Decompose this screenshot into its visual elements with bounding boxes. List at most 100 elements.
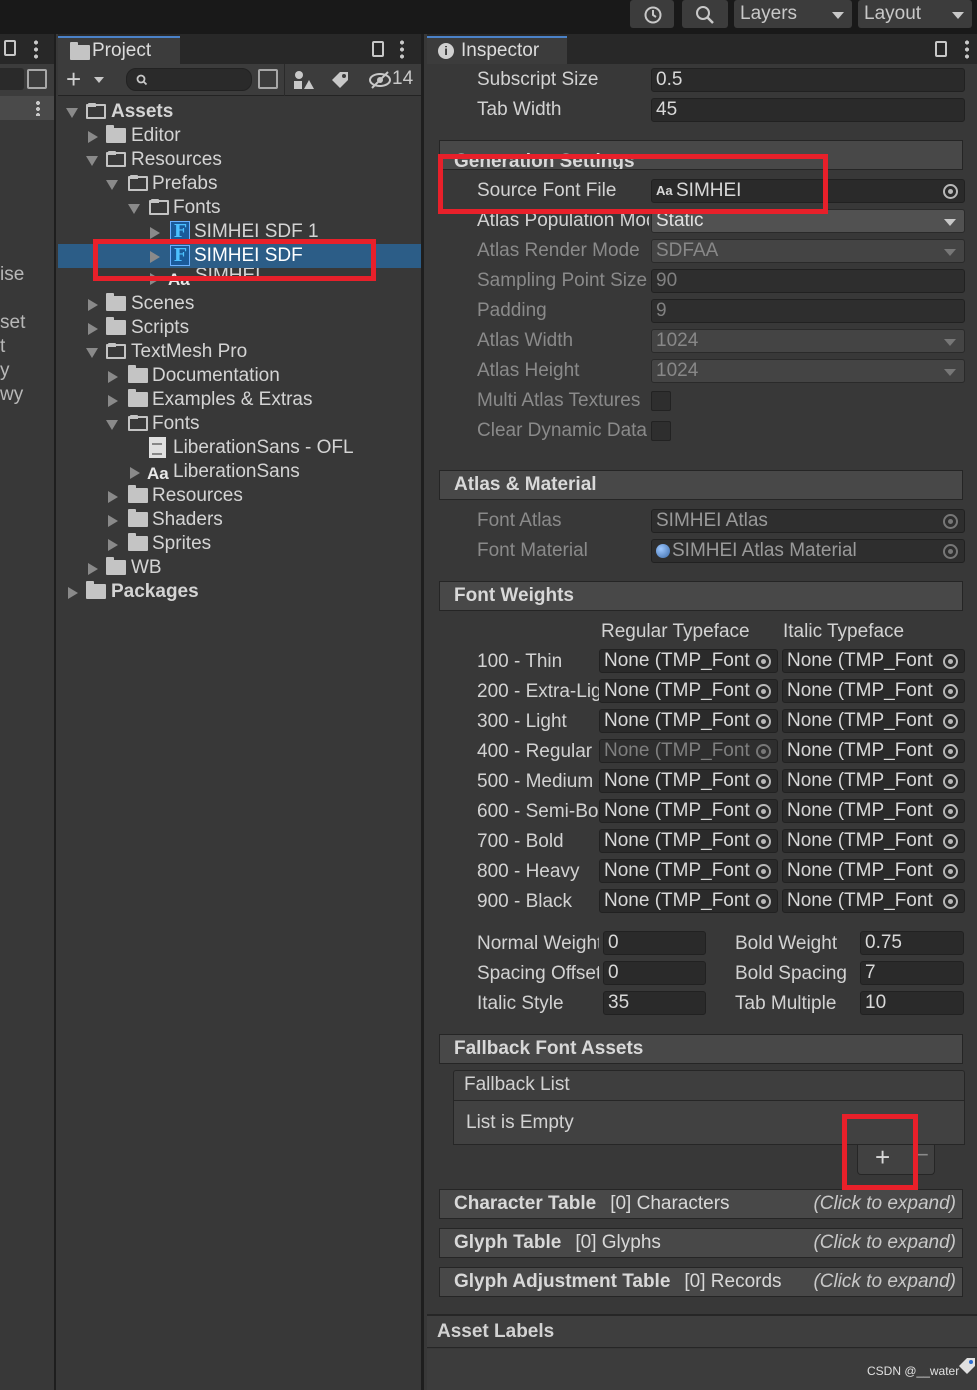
tab-width-field[interactable]: 45	[651, 98, 965, 122]
search-input[interactable]	[126, 68, 252, 91]
tree-item-label: WB	[131, 557, 162, 578]
layers-dropdown[interactable]: Layers	[734, 0, 852, 28]
regular-typeface-field[interactable]: None (TMP_Font	[599, 889, 778, 913]
filter-by-type-icon[interactable]	[292, 69, 314, 91]
more-icon[interactable]	[400, 39, 404, 59]
font-weights-header[interactable]: Font Weights	[439, 581, 963, 611]
layout-dropdown[interactable]: Layout	[858, 0, 972, 28]
spacing-offset-field[interactable]: 0	[603, 961, 706, 985]
italic-typeface-field[interactable]: None (TMP_Font	[782, 889, 965, 913]
object-picker-icon[interactable]	[756, 774, 771, 789]
highlight-box	[438, 154, 828, 214]
object-picker-icon[interactable]	[943, 804, 958, 819]
weight-row-label: 700 - Bold	[477, 831, 564, 852]
tab-project[interactable]: Project	[58, 36, 180, 64]
italic-typeface-field[interactable]: None (TMP_Font	[782, 739, 965, 763]
weight-row-label: 900 - Black	[477, 891, 573, 912]
object-picker-icon[interactable]	[943, 684, 958, 699]
asset-labels-header[interactable]: Asset Labels	[427, 1316, 977, 1348]
italic-typeface-field[interactable]: None (TMP_Font	[782, 649, 965, 673]
tree-item-examples-extras[interactable]: Examples & Extras	[58, 388, 421, 412]
lock-icon[interactable]	[4, 40, 16, 56]
subscript-size-field[interactable]: 0.5	[651, 68, 965, 92]
chevron-down-icon[interactable]	[94, 77, 104, 83]
search-button[interactable]	[682, 0, 728, 28]
italic-typeface-field[interactable]: None (TMP_Font	[782, 859, 965, 883]
object-picker-icon[interactable]	[943, 654, 958, 669]
italic-typeface-field[interactable]: None (TMP_Font	[782, 799, 965, 823]
font-atlas-label: Font Atlas	[477, 510, 562, 531]
regular-typeface-field[interactable]: None (TMP_Font	[599, 829, 778, 853]
regular-typeface-field[interactable]: None (TMP_Font	[599, 769, 778, 793]
tree-item-editor[interactable]: Editor	[58, 124, 421, 148]
object-picker-icon[interactable]	[756, 654, 771, 669]
tree-item-scenes[interactable]: Scenes	[58, 292, 421, 316]
subscript-size-label: Subscript Size	[477, 69, 599, 90]
tree-item-assets[interactable]: Assets	[58, 100, 421, 124]
tree-item-shaders[interactable]: Shaders	[58, 508, 421, 532]
lock-icon[interactable]	[935, 41, 947, 57]
hierarchy-fragment: set	[0, 312, 26, 333]
object-picker-icon[interactable]	[756, 684, 771, 699]
lock-icon[interactable]	[372, 41, 384, 57]
more-icon[interactable]	[34, 39, 38, 59]
italic-typeface-field[interactable]: None (TMP_Font	[782, 679, 965, 703]
tab-inspector[interactable]: i Inspector	[427, 36, 567, 64]
object-picker-icon[interactable]	[756, 894, 771, 909]
object-picker-icon[interactable]	[943, 864, 958, 879]
object-picker-icon[interactable]	[943, 894, 958, 909]
normal-weight-field[interactable]: 0	[603, 931, 706, 955]
object-picker-icon[interactable]	[943, 184, 958, 199]
tree-item-liberationsans[interactable]: Aa LiberationSans	[58, 460, 421, 484]
tree-item-scripts[interactable]: Scripts	[58, 316, 421, 340]
bold-spacing-field[interactable]: 7	[860, 961, 964, 985]
weight-row-label: 500 - Medium	[477, 771, 594, 792]
regular-typeface-field[interactable]: None (TMP_Font	[599, 649, 778, 673]
regular-typeface-field[interactable]: None (TMP_Font	[599, 859, 778, 883]
object-picker-icon[interactable]	[943, 774, 958, 789]
tree-item-sprites[interactable]: Sprites	[58, 532, 421, 556]
italic-typeface-field[interactable]: None (TMP_Font	[782, 769, 965, 793]
object-picker-icon[interactable]	[943, 834, 958, 849]
tree-item-resources-tmp[interactable]: Resources	[58, 484, 421, 508]
bold-weight-field[interactable]: 0.75	[860, 931, 964, 955]
object-picker-icon[interactable]	[756, 804, 771, 819]
regular-typeface-field[interactable]: None (TMP_Font	[599, 799, 778, 823]
tree-item-fonts-tmp[interactable]: Fonts	[58, 412, 421, 436]
fallback-list-header[interactable]: Fallback List	[453, 1070, 965, 1101]
glyph-table-header[interactable]: Glyph Table [0] Glyphs (Click to expand)	[439, 1228, 963, 1258]
object-picker-icon[interactable]	[943, 714, 958, 729]
tree-item-wb[interactable]: WB	[58, 556, 421, 580]
filter-by-label-icon[interactable]	[330, 70, 350, 90]
tree-item-documentation[interactable]: Documentation	[58, 364, 421, 388]
italic-typeface-field[interactable]: None (TMP_Font	[782, 829, 965, 853]
object-picker-icon[interactable]	[756, 714, 771, 729]
tree-item-liberationsans-ofl[interactable]: LiberationSans - OFL	[58, 436, 421, 460]
tree-item-resources[interactable]: Resources	[58, 148, 421, 172]
tree-item-packages[interactable]: Packages	[58, 580, 421, 604]
atlas-material-header[interactable]: Atlas & Material	[439, 470, 963, 500]
object-picker-icon[interactable]	[756, 864, 771, 879]
regular-typeface-field[interactable]: None (TMP_Font	[599, 679, 778, 703]
create-button[interactable]: +	[66, 66, 81, 92]
folder-icon	[70, 42, 90, 60]
italic-typeface-field[interactable]: None (TMP_Font	[782, 709, 965, 733]
italic-style-field[interactable]: 35	[603, 991, 706, 1015]
tab-multiple-field[interactable]: 10	[860, 991, 964, 1015]
object-picker-icon[interactable]	[943, 744, 958, 759]
fallback-list-empty-text: List is Empty	[466, 1112, 574, 1133]
search-scope-icon[interactable]	[258, 69, 278, 89]
more-icon[interactable]	[965, 39, 969, 59]
search-scope-icon[interactable]	[27, 69, 47, 89]
label-icon[interactable]	[957, 1356, 977, 1376]
regular-typeface-field[interactable]: None (TMP_Font	[599, 709, 778, 733]
hidden-packages-icon[interactable]	[368, 70, 392, 90]
fallback-font-assets-header[interactable]: Fallback Font Assets	[439, 1034, 963, 1064]
tree-item-textmesh-pro[interactable]: TextMesh Pro	[58, 340, 421, 364]
history-button[interactable]	[630, 0, 674, 28]
character-table-header[interactable]: Character Table [0] Characters (Click to e…	[439, 1189, 963, 1219]
tree-item-prefabs[interactable]: Prefabs	[58, 172, 421, 196]
glyph-adjustment-table-header[interactable]: Glyph Adjustment Table [0] Records (Click …	[439, 1267, 963, 1297]
tree-item-fonts[interactable]: Fonts	[58, 196, 421, 220]
object-picker-icon[interactable]	[756, 834, 771, 849]
